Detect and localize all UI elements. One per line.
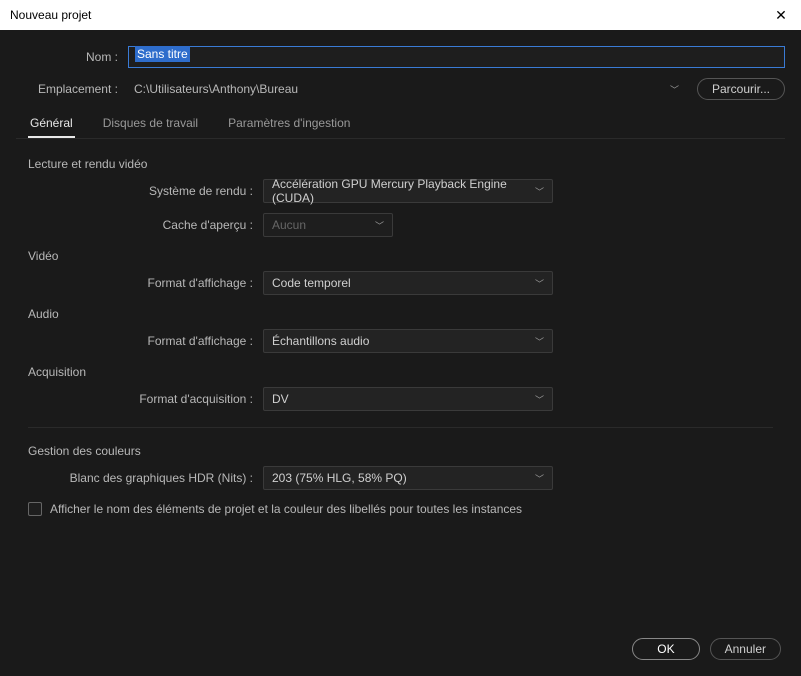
chevron-down-icon: ﹀ [535,393,544,406]
hdr-label: Blanc des graphiques HDR (Nits) : [28,471,263,485]
chevron-down-icon: ﹀ [670,83,683,96]
capture-format-value: DV [272,392,289,406]
checkbox-label: Afficher le nom des éléments de projet e… [50,502,522,516]
group-color: Gestion des couleurs Blanc des graphique… [28,444,773,490]
cache-label: Cache d'aperçu : [28,218,263,232]
window-title: Nouveau projet [10,8,91,22]
renderer-select[interactable]: Accélération GPU Mercury Playback Engine… [263,179,553,203]
audio-format-value: Échantillons audio [272,334,369,348]
group-title: Lecture et rendu vidéo [28,157,773,171]
renderer-label: Système de rendu : [28,184,263,198]
video-format-value: Code temporel [272,276,351,290]
chevron-down-icon: ﹀ [535,277,544,290]
close-icon[interactable]: ✕ [771,7,791,24]
name-value: Sans titre [135,46,190,62]
hdr-select[interactable]: 203 (75% HLG, 58% PQ) ﹀ [263,466,553,490]
name-input[interactable]: Sans titre [128,46,785,68]
show-names-checkbox[interactable] [28,502,42,516]
tab-general[interactable]: Général [28,110,75,138]
show-names-row: Afficher le nom des éléments de projet e… [28,502,773,516]
cache-value: Aucun [272,218,306,232]
divider [28,427,773,428]
group-video-render: Lecture et rendu vidéo Système de rendu … [28,157,773,237]
location-input[interactable]: C:\Utilisateurs\Anthony\Bureau ﹀ [128,78,689,100]
capture-format-select[interactable]: DV ﹀ [263,387,553,411]
cache-select: Aucun ﹀ [263,213,393,237]
location-value: C:\Utilisateurs\Anthony\Bureau [134,82,298,96]
general-panel: Lecture et rendu vidéo Système de rendu … [16,139,785,520]
group-audio: Audio Format d'affichage : Échantillons … [28,307,773,353]
video-format-select[interactable]: Code temporel ﹀ [263,271,553,295]
chevron-down-icon: ﹀ [535,472,544,485]
group-video: Vidéo Format d'affichage : Code temporel… [28,249,773,295]
location-label: Emplacement : [16,82,128,96]
group-title: Vidéo [28,249,773,263]
tabs: Général Disques de travail Paramètres d'… [16,110,785,139]
group-capture: Acquisition Format d'acquisition : DV ﹀ [28,365,773,411]
group-title: Acquisition [28,365,773,379]
name-label: Nom : [16,50,128,64]
group-title: Audio [28,307,773,321]
ok-button[interactable]: OK [632,638,699,660]
chevron-down-icon: ﹀ [535,185,544,198]
tab-scratch-disks[interactable]: Disques de travail [101,110,200,138]
chevron-down-icon: ﹀ [375,219,384,232]
dialog-footer: OK Annuler [632,638,781,660]
browse-button[interactable]: Parcourir... [697,78,785,100]
video-format-label: Format d'affichage : [28,276,263,290]
cancel-button[interactable]: Annuler [710,638,781,660]
group-title: Gestion des couleurs [28,444,773,458]
hdr-value: 203 (75% HLG, 58% PQ) [272,471,407,485]
renderer-value: Accélération GPU Mercury Playback Engine… [272,177,535,205]
audio-format-label: Format d'affichage : [28,334,263,348]
chevron-down-icon: ﹀ [535,335,544,348]
audio-format-select[interactable]: Échantillons audio ﹀ [263,329,553,353]
dialog-content: Nom : Sans titre Emplacement : C:\Utilis… [0,30,801,530]
tab-ingest[interactable]: Paramètres d'ingestion [226,110,352,138]
capture-format-label: Format d'acquisition : [28,392,263,406]
titlebar: Nouveau projet ✕ [0,0,801,30]
